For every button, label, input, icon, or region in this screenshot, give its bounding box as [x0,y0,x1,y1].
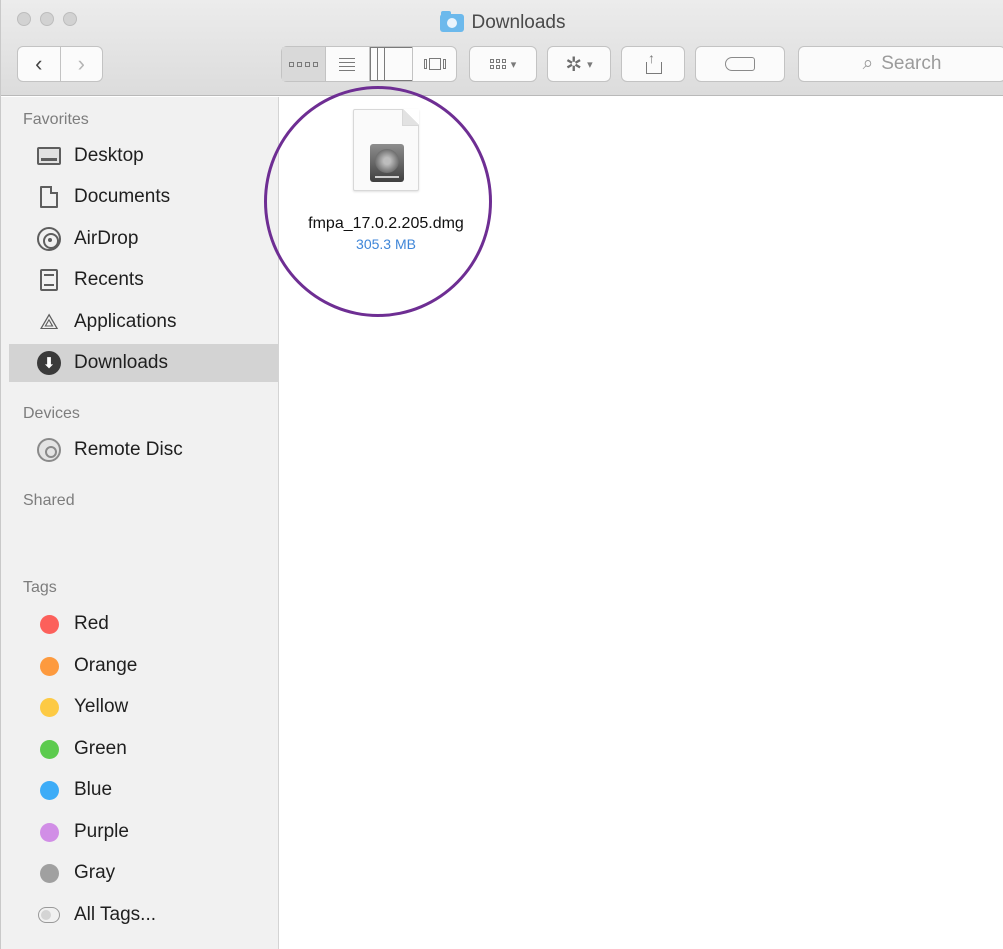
sidebar-tag-gray[interactable]: Gray [9,854,278,892]
sidebar-item-label: AirDrop [74,228,139,249]
sidebar-item-airdrop[interactable]: AirDrop [9,220,278,258]
sidebar-item-label: Blue [74,779,113,800]
sidebar-item-label: Yellow [74,696,129,717]
downloads-icon: ⬇ [37,351,61,375]
file-name: fmpa_17.0.2.205.dmg [308,215,464,232]
action-button[interactable]: ✲ ▾ [547,46,611,82]
sidebar-item-label: Documents [74,186,171,207]
sidebar-item-label: Recents [74,269,144,290]
arrange-icon [489,59,506,69]
applications-icon: ⟁ [39,309,59,335]
navigation-buttons: ‹ › [17,46,103,82]
window-title: Downloads [1,11,1003,34]
sidebar-item-label: Orange [74,655,138,676]
share-button[interactable] [621,46,685,82]
sidebar-tag-yellow[interactable]: Yellow [9,688,278,726]
sidebar-item-downloads[interactable]: ⬇ Downloads [9,344,278,382]
toolbar: Downloads ‹ › ▾ ✲ ▾ ↑ ⌕ Search [1,0,1003,96]
chevron-down-icon: ▾ [510,58,517,71]
blue-tag-icon [39,780,59,800]
sidebar-item-label: All Tags... [74,904,157,925]
finder-window: Downloads ‹ › ▾ ✲ ▾ ↑ ⌕ Search Favorites… [0,0,1003,949]
cover-flow-button[interactable] [413,47,456,81]
list-view-button[interactable] [326,47,370,81]
sidebar-tag-purple[interactable]: Purple [9,813,278,851]
sidebar-item-label: Gray [74,862,116,883]
devices-header: Devices [23,405,80,422]
search-field[interactable]: ⌕ Search [798,46,1003,82]
window-title-text: Downloads [471,12,566,33]
edit-tags-button[interactable] [695,46,785,82]
sidebar-item-label: Red [74,613,109,634]
chevron-down-icon: ▾ [587,58,593,71]
search-placeholder: Search [881,53,942,74]
disk-image-icon [353,109,419,191]
view-mode-buttons [281,46,457,82]
yellow-tag-icon [39,697,59,717]
sidebar-all-tags[interactable]: All Tags... [9,896,278,934]
recents-icon [40,269,58,291]
sidebar-item-remote-disc[interactable]: Remote Disc [9,431,278,469]
gray-tag-icon [39,863,59,883]
green-tag-icon [39,739,59,759]
forward-button[interactable]: › [61,47,103,81]
back-button[interactable]: ‹ [18,47,61,81]
orange-tag-icon [39,656,59,676]
sidebar-tag-blue[interactable]: Blue [9,771,278,809]
sidebar-item-applications[interactable]: ⟁ Applications [9,303,278,341]
red-tag-icon [39,614,59,634]
desktop-icon [37,147,61,165]
sidebar-item-label: Remote Disc [74,439,183,460]
list-view-icon [326,47,369,81]
icon-view-button[interactable] [282,47,326,81]
sidebar-item-label: Green [74,738,127,759]
column-view-button[interactable] [369,47,414,81]
file-item[interactable]: fmpa_17.0.2.205.dmg 305.3 MB [286,109,486,252]
sidebar-tag-orange[interactable]: Orange [9,647,278,685]
cover-flow-icon [413,47,456,81]
tag-icon [725,57,755,71]
search-icon: ⌕ [862,53,874,74]
tags-header: Tags [23,579,57,596]
remote-disc-icon [37,438,61,462]
share-icon [645,50,662,74]
shared-header: Shared [23,492,75,509]
file-size: 305.3 MB [356,236,416,252]
sidebar-item-label: Desktop [74,145,144,166]
sidebar-tag-green[interactable]: Green [9,730,278,768]
favorites-header: Favorites [23,111,89,128]
sidebar-item-documents[interactable]: Documents [9,178,278,216]
downloads-folder-icon [439,11,464,32]
documents-icon [40,186,58,208]
purple-tag-icon [39,822,59,842]
arrange-button[interactable]: ▾ [469,46,537,82]
sidebar: Favorites Desktop Documents AirDrop Rece… [1,97,279,949]
sidebar-item-label: Purple [74,821,129,842]
sidebar-tag-red[interactable]: Red [9,605,278,643]
column-view-icon [369,47,413,81]
sidebar-item-label: Downloads [74,352,168,373]
all-tags-icon [38,907,60,923]
airdrop-icon [37,227,61,251]
sidebar-item-recents[interactable]: Recents [9,261,278,299]
hard-drive-icon [370,144,404,182]
sidebar-item-desktop[interactable]: Desktop [9,137,278,175]
sidebar-item-label: Applications [74,311,177,332]
gear-icon: ✲ [565,53,583,76]
file-browser-area[interactable]: fmpa_17.0.2.205.dmg 305.3 MB [280,97,1003,949]
icon-view-icon [282,47,325,81]
